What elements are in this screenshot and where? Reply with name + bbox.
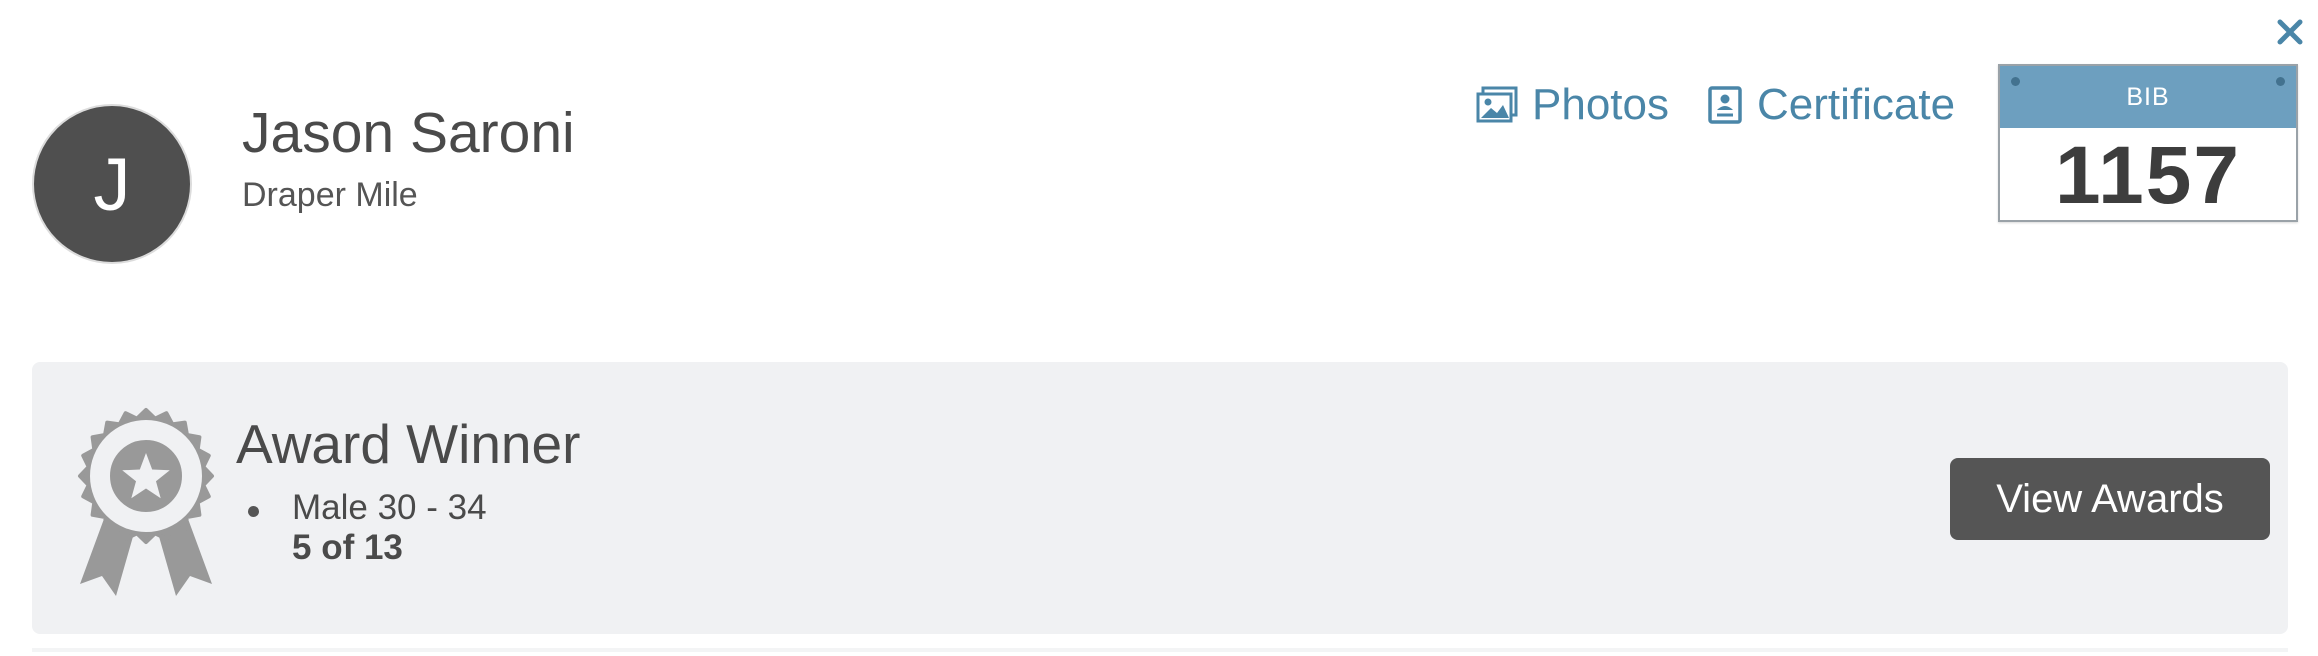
award-panel: Award Winner Male 30 - 34 5 of 13 View A… [32, 362, 2288, 634]
result-detail-card: J Jason Saroni Draper Mile Photos Certif… [0, 0, 2318, 656]
avatar-initial: J [93, 142, 131, 226]
award-title: Award Winner [236, 413, 581, 475]
certificate-icon [1708, 86, 1742, 124]
view-awards-button[interactable]: View Awards [1950, 458, 2270, 540]
panel-divider [32, 648, 2288, 652]
bib-number: 1157 [2055, 130, 2241, 221]
bib-tag: BIB 1157 [1998, 64, 2298, 222]
bib-hole-right [2276, 77, 2285, 86]
avatar: J [32, 104, 192, 264]
photos-link[interactable]: Photos [1476, 78, 1669, 132]
award-category: Male 30 - 34 [292, 488, 487, 527]
close-icon [2277, 19, 2303, 45]
bullet [248, 506, 259, 517]
award-rank: 5 of 13 [292, 528, 403, 567]
bib-header: BIB [2000, 66, 2296, 128]
image-icon [1476, 86, 1518, 123]
award-ribbon-icon [78, 408, 214, 596]
photos-label: Photos [1532, 80, 1669, 129]
certificate-label: Certificate [1757, 80, 1956, 129]
runner-name: Jason Saroni [242, 101, 575, 165]
bib-hole-left [2011, 77, 2020, 86]
event-name: Draper Mile [242, 176, 418, 214]
bib-label: BIB [2126, 82, 2170, 111]
certificate-link[interactable]: Certificate [1707, 78, 1955, 132]
close-button[interactable] [2270, 10, 2310, 54]
